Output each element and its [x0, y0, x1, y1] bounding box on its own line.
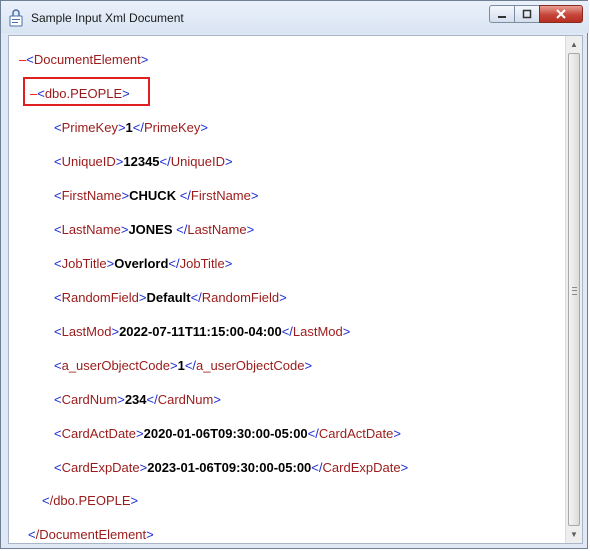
record-open-tag: dbo.PEOPLE: [44, 86, 123, 101]
root-open-line: –<DocumentElement>: [19, 52, 149, 67]
field-value: 1: [125, 120, 133, 135]
field-value: 2022-07-11T11:15:00-04:00: [119, 324, 282, 339]
xml-tree: –<DocumentElement> –<dbo.PEOPLE> <PrimeK…: [9, 36, 565, 543]
field-value: CHUCK: [129, 188, 180, 203]
field-value: 2023-01-06T09:30:00-05:00: [147, 460, 312, 475]
field-open-tag: LastName: [61, 222, 121, 237]
xml-field-row: <RandomField>Default</RandomField>: [54, 290, 287, 305]
maximize-icon: [522, 9, 532, 19]
field-close-tag: JobTitle: [179, 256, 225, 271]
root-close-line: </DocumentElement>: [28, 527, 154, 542]
field-close-tag: CardActDate: [318, 426, 394, 441]
close-icon: [556, 9, 566, 19]
field-open-tag: CardExpDate: [61, 460, 140, 475]
close-button[interactable]: [539, 5, 583, 23]
xml-field-row: <CardActDate>2020-01-06T09:30:00-05:00</…: [54, 426, 401, 441]
field-open-tag: CardNum: [61, 392, 118, 407]
xml-field-row: <FirstName>CHUCK </FirstName>: [54, 188, 259, 203]
document-lock-icon: [9, 9, 23, 27]
scroll-up-button[interactable]: ▲: [566, 36, 582, 53]
field-open-tag: LastMod: [61, 324, 112, 339]
field-close-tag: UniqueID: [170, 154, 225, 169]
xml-content-pane: –<DocumentElement> –<dbo.PEOPLE> <PrimeK…: [8, 35, 583, 544]
field-close-tag: PrimeKey: [144, 120, 201, 135]
vertical-scrollbar[interactable]: ▲ ▼: [565, 36, 582, 543]
record-open-line: –<dbo.PEOPLE>: [30, 86, 130, 101]
grip-icon: [572, 287, 577, 295]
minimize-button[interactable]: [489, 5, 515, 23]
window-controls: [489, 5, 583, 25]
title-bar[interactable]: Sample Input Xml Document: [1, 1, 589, 33]
minimize-icon: [498, 16, 506, 18]
field-open-tag: JobTitle: [61, 256, 107, 271]
field-value: Default: [146, 290, 191, 305]
root-close-tag: /DocumentElement: [35, 527, 147, 542]
field-close-tag: FirstName: [190, 188, 251, 203]
field-value: 2020-01-06T09:30:00-05:00: [143, 426, 308, 441]
field-value: JONES: [128, 222, 177, 237]
xml-field-row: <CardExpDate>2023-01-06T09:30:00-05:00</…: [54, 460, 409, 475]
xml-field-row: <a_userObjectCode>1</a_userObjectCode>: [54, 358, 313, 373]
field-open-tag: RandomField: [61, 290, 139, 305]
xml-field-row: <CardNum>234</CardNum>: [54, 392, 221, 407]
field-close-tag: CardExpDate: [322, 460, 401, 475]
field-value: Overlord: [114, 256, 169, 271]
field-value: 12345: [123, 154, 160, 169]
scroll-down-button[interactable]: ▼: [566, 526, 582, 543]
field-close-tag: LastMod: [292, 324, 343, 339]
field-open-tag: FirstName: [61, 188, 122, 203]
xml-field-row: <LastName>JONES </LastName>: [54, 222, 255, 237]
xml-field-row: <LastMod>2022-07-11T11:15:00-04:00</Last…: [54, 324, 351, 339]
field-open-tag: UniqueID: [61, 154, 116, 169]
maximize-button[interactable]: [514, 5, 540, 23]
field-close-tag: a_userObjectCode: [196, 358, 305, 373]
xml-field-row: <PrimeKey>1</PrimeKey>: [54, 120, 208, 135]
xml-field-row: <JobTitle>Overlord</JobTitle>: [54, 256, 233, 271]
window-title: Sample Input Xml Document: [31, 11, 184, 25]
field-open-tag: a_userObjectCode: [61, 358, 170, 373]
field-close-tag: LastName: [187, 222, 247, 237]
xml-field-row: <UniqueID>12345</UniqueID>: [54, 154, 233, 169]
scroll-thumb[interactable]: [568, 53, 580, 526]
field-value: 1: [177, 358, 185, 373]
root-open-tag: DocumentElement: [33, 52, 141, 67]
field-value: 234: [124, 392, 147, 407]
field-open-tag: PrimeKey: [61, 120, 118, 135]
xml-viewer-window: Sample Input Xml Document –<DocumentElem…: [0, 0, 589, 549]
field-close-tag: CardNum: [157, 392, 214, 407]
field-open-tag: CardActDate: [61, 426, 137, 441]
record-close-tag: /dbo.PEOPLE: [49, 493, 131, 508]
record-close-line: </dbo.PEOPLE>: [42, 493, 139, 508]
field-close-tag: RandomField: [201, 290, 280, 305]
